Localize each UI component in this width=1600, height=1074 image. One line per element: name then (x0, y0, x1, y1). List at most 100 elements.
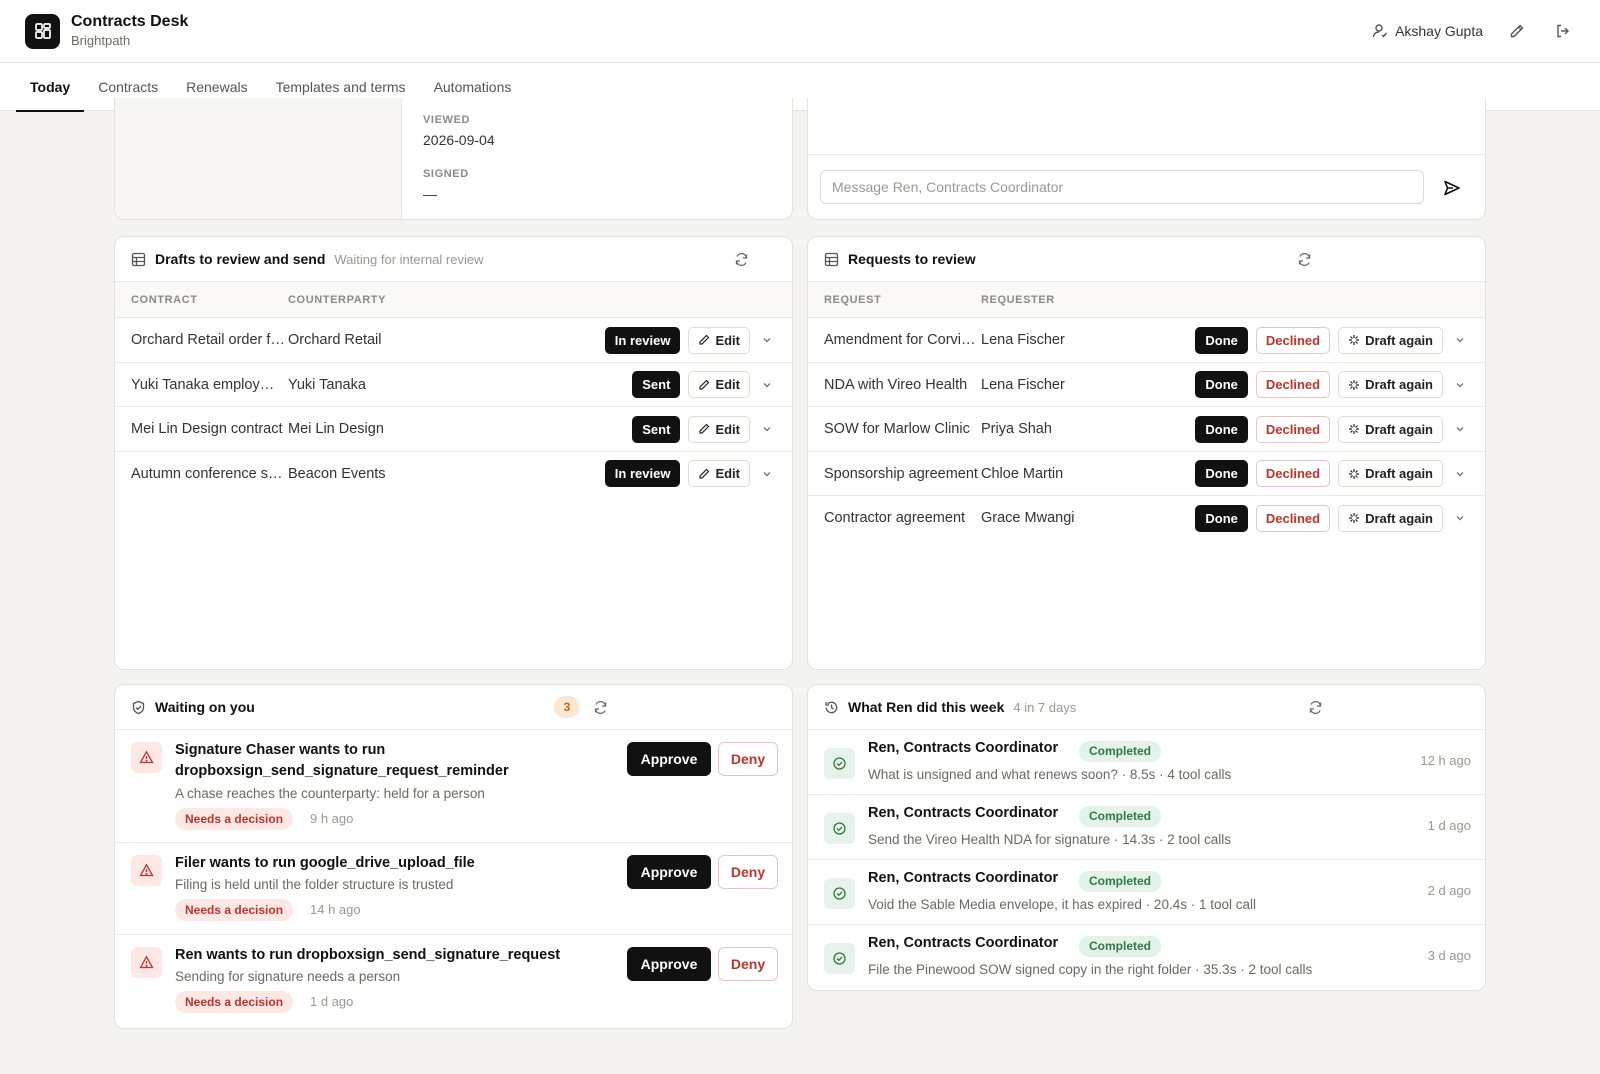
column-counterparty: COUNTERPARTY (288, 294, 387, 306)
draft-again-button[interactable]: Draft again (1338, 326, 1443, 354)
table-row[interactable]: Yuki Tanaka employment offer Yuki Tanaka… (115, 363, 792, 407)
edit-button[interactable]: Edit (688, 326, 750, 354)
approve-button[interactable]: Approve (627, 742, 711, 776)
send-message-button[interactable] (1442, 178, 1462, 198)
activity-time: 3 d ago (1427, 948, 1471, 963)
list-item[interactable]: Ren, Contracts Coordinator Completed Sen… (808, 795, 1485, 860)
status-badge[interactable]: In review (604, 326, 681, 354)
expand-row-button[interactable] (1451, 420, 1469, 438)
status-badge[interactable]: Sent (632, 371, 681, 398)
counterparty-name: Yuki Tanaka (288, 376, 366, 393)
status-badge: Completed (1079, 741, 1162, 762)
draft-again-button[interactable]: Draft again (1338, 371, 1443, 398)
activity-description: Send the Vireo Health NDA for signature … (868, 832, 1231, 847)
approve-button[interactable]: Approve (627, 947, 711, 981)
approval-title: Signature Chaser wants to run dropboxsig… (175, 742, 509, 779)
approve-button[interactable]: Approve (627, 855, 711, 889)
declined-button[interactable]: Declined (1255, 460, 1331, 487)
edit-profile-button[interactable] (1505, 19, 1529, 43)
contract-name: Mei Lin Design contract (131, 421, 283, 437)
drafts-subtitle: Waiting for internal review (334, 251, 484, 267)
sparkle-icon (1348, 379, 1360, 391)
table-row[interactable]: NDA with Vireo Health Lena Fischer Done … (808, 363, 1485, 407)
draft-again-label: Draft again (1365, 377, 1433, 392)
user-menu[interactable]: Akshay Gupta (1372, 23, 1483, 39)
expand-row-button[interactable] (758, 376, 776, 394)
contract-name: Yuki Tanaka employment offer (131, 376, 286, 393)
deny-button[interactable]: Deny (718, 855, 778, 889)
declined-button[interactable]: Declined (1255, 326, 1331, 354)
status-badge[interactable]: In review (604, 460, 681, 487)
edit-button[interactable]: Edit (688, 371, 750, 398)
done-button[interactable]: Done (1195, 460, 1248, 487)
expand-row-button[interactable] (1451, 331, 1469, 349)
counterparty-name: Orchard Retail (288, 332, 382, 348)
approval-description: Sending for signature needs a person (175, 969, 401, 984)
edit-label: Edit (715, 421, 740, 437)
tab-today[interactable]: Today (16, 63, 85, 112)
history-icon (824, 700, 839, 715)
edit-button[interactable]: Edit (688, 460, 750, 487)
table-row[interactable]: SOW for Marlow Clinic Priya Shah Done De… (808, 407, 1485, 452)
sign-out-button[interactable] (1551, 19, 1575, 43)
drafts-table-header: CONTRACT COUNTERPARTY (115, 282, 792, 318)
done-button[interactable]: Done (1195, 415, 1248, 443)
expand-row-button[interactable] (758, 420, 776, 438)
approval-description: Filing is held until the folder structur… (175, 877, 454, 892)
expand-row-button[interactable] (1451, 465, 1469, 483)
refresh-icon (734, 252, 749, 267)
agent-name: Ren, Contracts Coordinator (868, 870, 1059, 886)
declined-button[interactable]: Declined (1255, 415, 1331, 443)
deny-button[interactable]: Deny (718, 742, 778, 776)
pending-count-badge: 3 (554, 696, 580, 718)
requests-refresh-button[interactable] (1295, 250, 1313, 268)
waiting-list: Signature Chaser wants to run dropboxsig… (115, 730, 792, 1027)
edit-button[interactable]: Edit (688, 415, 750, 443)
draft-again-button[interactable]: Draft again (1338, 460, 1443, 487)
activity-list: Ren, Contracts Coordinator Completed Wha… (808, 730, 1485, 990)
table-row[interactable]: Sponsorship agreement Chloe Martin Done … (808, 452, 1485, 496)
draft-again-button[interactable]: Draft again (1338, 504, 1443, 532)
table-row[interactable]: Orchard Retail order form Orchard Retail… (115, 318, 792, 363)
chat-message-input[interactable] (820, 170, 1424, 204)
done-button[interactable]: Done (1195, 371, 1248, 398)
counterparty-name: Beacon Events (288, 465, 386, 482)
requester-name: Priya Shah (981, 421, 1052, 437)
viewed-label: VIEWED (423, 114, 470, 126)
table-row[interactable]: Autumn conference sponsorship Beacon Eve… (115, 452, 792, 497)
waiting-title: Waiting on you (155, 699, 255, 715)
chevron-down-icon (761, 423, 773, 435)
logout-icon (1555, 23, 1571, 39)
activity-card: What Ren did this week 4 in 7 days Ren, … (807, 684, 1486, 991)
declined-button[interactable]: Declined (1255, 504, 1331, 532)
status-badge[interactable]: Sent (632, 415, 681, 443)
list-item[interactable]: Ren, Contracts Coordinator Completed Wha… (808, 730, 1485, 795)
table-icon (131, 252, 146, 267)
agent-name: Ren, Contracts Coordinator (868, 805, 1059, 821)
refresh-icon (1308, 700, 1323, 715)
draft-again-button[interactable]: Draft again (1338, 415, 1443, 443)
app-header: Contracts Desk Brightpath Akshay Gupta (0, 0, 1600, 63)
declined-button[interactable]: Declined (1255, 371, 1331, 398)
chat-divider (808, 154, 1485, 155)
waiting-refresh-button[interactable] (591, 698, 609, 716)
list-item[interactable]: Ren, Contracts Coordinator Completed Fil… (808, 925, 1485, 990)
approval-title: Ren wants to run dropboxsign_send_signat… (175, 947, 561, 963)
sparkle-icon (1348, 468, 1360, 480)
done-button[interactable]: Done (1195, 326, 1248, 354)
sparkle-icon (1348, 512, 1360, 524)
list-item[interactable]: Ren, Contracts Coordinator Completed Voi… (808, 860, 1485, 925)
drafts-refresh-button[interactable] (732, 250, 750, 268)
expand-row-button[interactable] (758, 331, 776, 349)
requester-name: Lena Fischer (981, 376, 1065, 393)
done-button[interactable]: Done (1195, 504, 1248, 532)
table-row[interactable]: Contractor agreement Grace Mwangi Done D… (808, 496, 1485, 541)
table-row[interactable]: Mei Lin Design contract Mei Lin Design S… (115, 407, 792, 452)
activity-refresh-button[interactable] (1306, 698, 1324, 716)
expand-row-button[interactable] (758, 465, 776, 483)
expand-row-button[interactable] (1451, 376, 1469, 394)
chevron-down-icon (1454, 334, 1466, 346)
expand-row-button[interactable] (1451, 509, 1469, 527)
deny-button[interactable]: Deny (718, 947, 778, 981)
table-row[interactable]: Amendment for Corvid Labs Lena Fischer D… (808, 318, 1485, 363)
